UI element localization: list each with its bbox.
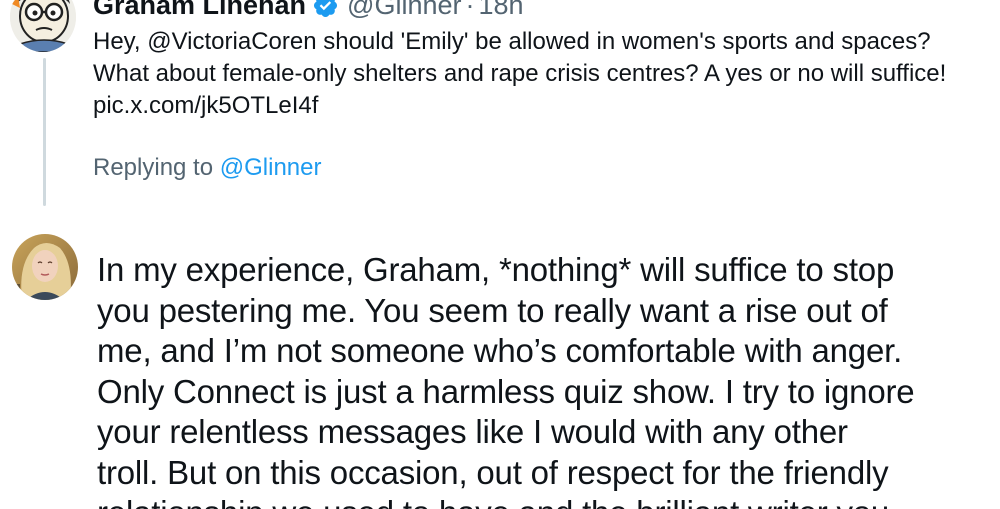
reply-text-line: relationship we used to have and the bri…: [97, 493, 987, 509]
separator-dot: ·: [465, 0, 475, 20]
parent-tweet-text: Hey, @VictoriaCoren should 'Emily' be al…: [93, 28, 947, 119]
reply-avatar[interactable]: [12, 234, 78, 300]
replying-to-label: Replying to: [93, 154, 214, 181]
parent-tweet-header: Graham Linehan @Glinner · 18h: [93, 0, 524, 20]
reply-text-line: In my experience, Graham, *nothing* will…: [97, 251, 895, 288]
reply-tweet-text: In my experience, Graham, *nothing* will…: [97, 250, 987, 509]
reply-text-line: you pestering me. You seem to really wan…: [97, 291, 888, 329]
thread-connector-line: [43, 58, 46, 206]
reply-text-line: troll. But on this occasion, out of resp…: [97, 453, 889, 491]
replying-to-line: Replying to @Glinner: [93, 152, 321, 184]
tweet-timestamp[interactable]: 18h: [479, 0, 524, 21]
tweet-thread: Graham Linehan @Glinner · 18h Hey, @Vict…: [0, 0, 1000, 509]
cartoon-face-icon: [10, 0, 76, 52]
person-photo-icon: [12, 234, 78, 300]
replying-to-handle-link[interactable]: @Glinner: [220, 154, 322, 181]
reply-text-line: your relentless messages like I would wi…: [97, 413, 848, 450]
reply-text-line: me, and I’m not someone who’s comfortabl…: [97, 332, 903, 369]
author-display-name[interactable]: Graham Linehan: [93, 0, 306, 21]
reply-text-line: Only Connect is just a harmless quiz sho…: [97, 372, 915, 410]
author-handle[interactable]: @Glinner: [347, 0, 461, 21]
parent-avatar[interactable]: [10, 0, 76, 52]
verified-badge-icon: [314, 0, 338, 17]
